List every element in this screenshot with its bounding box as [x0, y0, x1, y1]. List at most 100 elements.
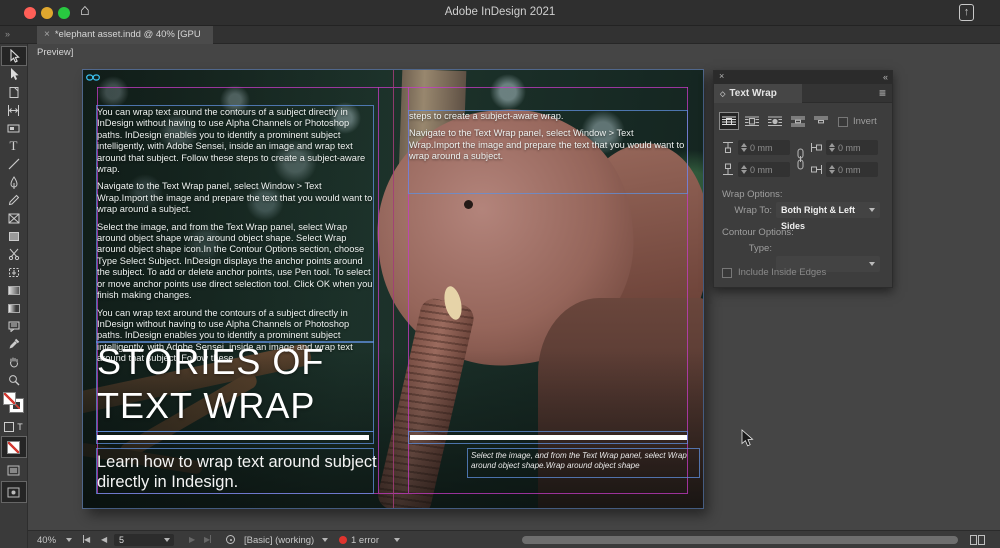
left-offset-stepper[interactable] [829, 143, 835, 152]
right-offset-icon [810, 164, 823, 175]
panel-cycle-icon: ◇ [720, 91, 725, 98]
preview-mode-icon [7, 487, 20, 498]
tab-close-icon[interactable]: × [44, 29, 50, 40]
spread-view-icon[interactable] [970, 535, 986, 545]
wrap-to-dropdown[interactable]: Both Right & Left Sides [776, 202, 880, 218]
last-page-button[interactable]: ▶ [204, 535, 211, 544]
page-chevron-down-icon[interactable] [164, 538, 170, 545]
tool-type[interactable]: T [2, 137, 26, 155]
panel-tab-text-wrap[interactable]: ◇Text Wrap [714, 84, 802, 103]
wrap-jump-next-column-button[interactable] [812, 113, 830, 129]
tool-content-collector[interactable] [2, 119, 26, 137]
wrap-none-icon [722, 116, 736, 127]
zoom-level-value[interactable]: 40% [37, 535, 56, 546]
formatting-affects-container-icon[interactable] [4, 422, 14, 432]
tool-hand[interactable] [2, 353, 26, 371]
wrap-none-button[interactable] [720, 113, 738, 129]
previous-page-button[interactable]: ◀ [101, 535, 107, 544]
tool-eyedropper[interactable] [2, 335, 26, 353]
tool-direct-selection[interactable] [2, 65, 26, 83]
tools-panel: T [0, 44, 28, 548]
fill-stroke-controls[interactable] [2, 391, 26, 419]
contour-type-label: Type: [714, 243, 772, 254]
panel-menu-icon[interactable]: ≡ [879, 86, 886, 100]
gap-tool-icon [7, 105, 20, 116]
top-offset-stepper[interactable] [741, 143, 747, 152]
caption: Select the image, and from the Text Wrap… [471, 451, 697, 471]
error-count-text[interactable]: 1 error [351, 535, 379, 546]
make-offsets-same-link-icon[interactable] [796, 148, 805, 170]
tool-selection[interactable] [2, 47, 26, 65]
page-number-field[interactable]: 5 [114, 534, 174, 546]
titlebar: ⌂ Adobe InDesign 2021 [0, 0, 1000, 26]
top-offset-field[interactable]: 0 mm [738, 140, 790, 155]
top-offset-icon [722, 141, 734, 154]
tool-line[interactable] [2, 155, 26, 173]
tool-gap[interactable] [2, 101, 26, 119]
preflight-chevron-down-icon[interactable] [322, 538, 328, 545]
left-offset-icon [810, 142, 823, 153]
next-page-button[interactable]: ▶ [189, 535, 195, 544]
tool-pencil[interactable] [2, 191, 26, 209]
body-paragraph: steps to create a subject-aware wrap. [409, 111, 687, 122]
tool-free-transform[interactable] [2, 263, 26, 281]
panel-collapse-chevrons-icon[interactable]: « [883, 72, 887, 82]
screen-mode-button[interactable] [2, 461, 26, 479]
formatting-affects-text-icon[interactable]: T [17, 422, 23, 432]
tool-note[interactable] [2, 317, 26, 335]
tool-gradient-swatch[interactable] [2, 281, 26, 299]
body-paragraph: Select the image, and from the Text Wrap… [97, 222, 373, 302]
toolbar-collapse-chevrons-icon[interactable]: » [5, 29, 9, 39]
tool-scissors[interactable] [2, 245, 26, 263]
photo-elephant-eye [464, 200, 473, 209]
include-inside-edges-checkbox[interactable] [722, 268, 732, 278]
tool-rectangle[interactable] [2, 227, 26, 245]
wrap-jump-object-button[interactable] [789, 113, 807, 129]
tool-rectangle-frame[interactable] [2, 209, 26, 227]
type-tool-icon: T [10, 140, 18, 152]
note-icon [8, 321, 20, 332]
error-dot-icon [339, 536, 347, 544]
eyedropper-icon [8, 338, 20, 350]
right-offset-field[interactable]: 0 mm [826, 162, 878, 177]
horizontal-scrollbar[interactable] [522, 536, 958, 544]
fill-swatch-icon[interactable] [3, 392, 16, 405]
share-icon[interactable] [959, 4, 974, 21]
zoom-magnifier-icon [8, 374, 20, 386]
gradient-swatch-icon [8, 286, 20, 295]
content-collector-icon [7, 123, 20, 134]
document-spread[interactable]: You can wrap text around the contours of… [83, 70, 703, 508]
headline-line2: TEXT WRAP [97, 384, 657, 428]
wrap-options-label: Wrap Options: [722, 189, 783, 200]
link-badge-icon[interactable] [86, 73, 100, 82]
panel-close-icon[interactable]: × [719, 71, 724, 81]
error-chevron-down-icon[interactable] [394, 538, 400, 545]
bottom-offset-field[interactable]: 0 mm [738, 162, 790, 177]
document-tab[interactable]: ×*elephant asset.indd @ 40% [GPU Preview… [37, 26, 213, 44]
invert-control[interactable]: Invert [838, 116, 877, 127]
invert-checkbox[interactable] [838, 117, 848, 127]
bottom-offset-stepper[interactable] [741, 165, 747, 174]
preview-mode-button[interactable] [2, 482, 26, 502]
bottom-offset-icon [722, 163, 734, 176]
tool-gradient-feather[interactable] [2, 299, 26, 317]
hand-icon [8, 356, 20, 368]
zoom-chevron-down-icon[interactable] [66, 538, 72, 545]
tool-page[interactable] [2, 83, 26, 101]
first-page-button[interactable]: ◀ [83, 535, 90, 544]
tool-apply-none[interactable] [2, 437, 26, 457]
free-transform-icon [8, 267, 20, 278]
page-tool-icon [8, 86, 20, 99]
wrap-object-shape-button[interactable] [766, 113, 784, 129]
apply-none-icon [7, 441, 20, 454]
preflight-profile-value[interactable]: [Basic] (working) [244, 535, 314, 546]
preflight-icon[interactable] [226, 535, 235, 544]
tool-pen[interactable] [2, 173, 26, 191]
wrap-bounding-box-button[interactable] [743, 113, 761, 129]
include-inside-edges-control[interactable]: Include Inside Edges [722, 267, 826, 278]
right-offset-stepper[interactable] [829, 165, 835, 174]
tool-zoom[interactable] [2, 371, 26, 389]
wrap-jump-object-icon [791, 116, 805, 127]
body-paragraph: Navigate to the Text Wrap panel, select … [97, 181, 373, 215]
left-offset-field[interactable]: 0 mm [826, 140, 878, 155]
